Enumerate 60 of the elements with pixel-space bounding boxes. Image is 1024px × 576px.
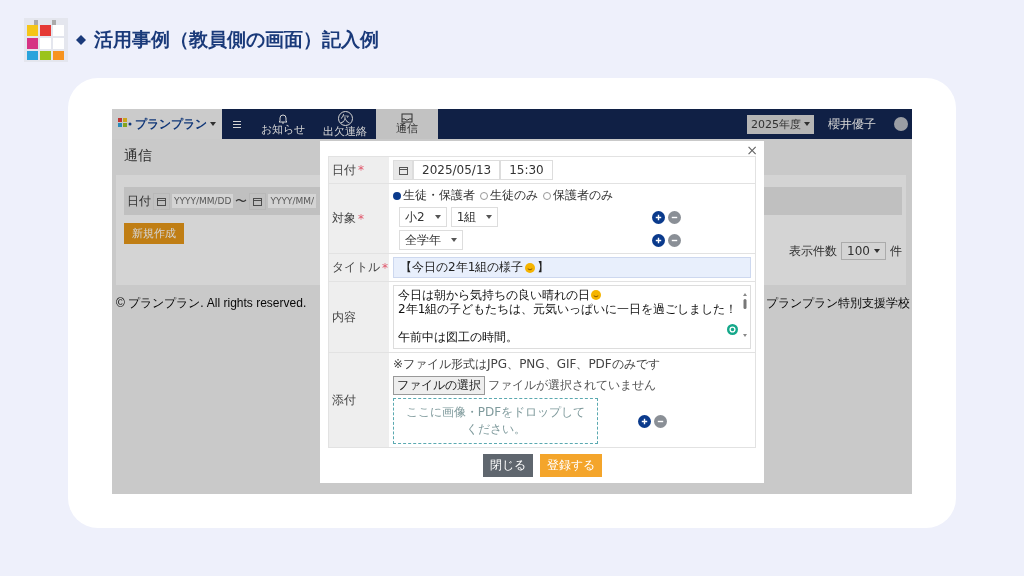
avatar-icon[interactable] xyxy=(894,117,908,131)
caret-icon[interactable] xyxy=(804,122,810,126)
caret-icon[interactable] xyxy=(210,122,216,126)
radio-option[interactable]: 保護者のみ xyxy=(543,187,613,204)
file-choose-button[interactable]: ファイルの選択 xyxy=(393,376,485,395)
brand-name: プランプラン xyxy=(135,115,207,133)
slide-title: 活用事例（教員側の画面）記入例 xyxy=(94,27,379,52)
select-field[interactable]: 1組 xyxy=(450,207,499,227)
nav-tab[interactable]: 通信 xyxy=(376,109,438,139)
smile-icon xyxy=(525,262,536,273)
date-field[interactable]: YYYY/MM/ xyxy=(268,194,317,208)
calendar-icon[interactable] xyxy=(153,192,170,210)
field-label: 日付 xyxy=(332,161,356,179)
field-label: タイトル xyxy=(332,259,380,276)
logo-icon xyxy=(118,118,132,130)
title-field[interactable]: 【今日の2年1組の様子 】 xyxy=(393,257,751,278)
page-title: 通信 xyxy=(124,147,152,165)
school-name: プランプラン特別支援学校 xyxy=(766,295,910,312)
radio-option[interactable]: 生徒・保護者 xyxy=(393,187,475,204)
caret-icon[interactable] xyxy=(451,238,457,242)
file-format-note: ※ファイル形式はJPG、PNG、GIF、PDFのみです xyxy=(393,356,661,373)
smile-icon xyxy=(591,290,601,300)
close-button[interactable]: × xyxy=(746,142,758,158)
add-icon[interactable] xyxy=(652,233,665,247)
close-button[interactable]: 閉じる xyxy=(482,454,533,477)
calendar-logo-icon xyxy=(24,18,68,62)
user-name: 櫻井優子 xyxy=(828,115,876,133)
assistant-icon[interactable] xyxy=(727,324,738,335)
radio-option[interactable]: 生徒のみ xyxy=(480,187,538,204)
per-page-select[interactable]: 100 xyxy=(841,242,886,260)
year-dropdown[interactable]: 2025年度 xyxy=(747,114,814,134)
date-field[interactable]: YYYY/MM/DD xyxy=(172,194,234,208)
filter-label: 日付 xyxy=(127,192,151,210)
select-field[interactable]: 全学年 xyxy=(399,230,463,250)
caret-icon[interactable] xyxy=(874,249,880,253)
file-status: ファイルが選択されていません xyxy=(488,377,656,394)
bell-icon xyxy=(278,112,288,124)
required-mark: * xyxy=(358,211,364,226)
copyright: © プランプラン. All rights reserved. xyxy=(116,295,307,312)
field-label: 内容 xyxy=(332,308,356,326)
time-field[interactable]: 15:30 xyxy=(500,160,553,180)
select-field[interactable]: 小2 xyxy=(399,207,447,227)
required-mark: * xyxy=(358,163,364,177)
add-icon[interactable] xyxy=(652,210,665,224)
diamond-icon xyxy=(76,35,86,45)
field-label: 対象 xyxy=(332,210,356,227)
tray-icon xyxy=(401,113,413,123)
range-separator: 〜 xyxy=(235,192,248,210)
required-mark: * xyxy=(382,260,388,275)
per-page-label: 表示件数 xyxy=(789,242,838,260)
field-label: 添付 xyxy=(332,391,356,409)
per-page-unit: 件 xyxy=(890,242,902,260)
calendar-icon[interactable] xyxy=(393,160,413,180)
menu-icon[interactable] xyxy=(233,120,241,128)
nav-tab[interactable]: お知らせ xyxy=(252,109,314,139)
content-textarea[interactable]: 今日は朝から気持ちの良い晴れの日 2年1組の子どもたちは、元気いっぱいに一日を過ごしました！ 午前中は図工の時間。 xyxy=(393,285,751,349)
date-field[interactable]: 2025/05/13 xyxy=(413,160,501,180)
calendar-icon[interactable] xyxy=(249,192,267,210)
add-icon[interactable] xyxy=(638,414,651,428)
nav-tab[interactable]: 欠 出欠連絡 xyxy=(314,109,376,139)
